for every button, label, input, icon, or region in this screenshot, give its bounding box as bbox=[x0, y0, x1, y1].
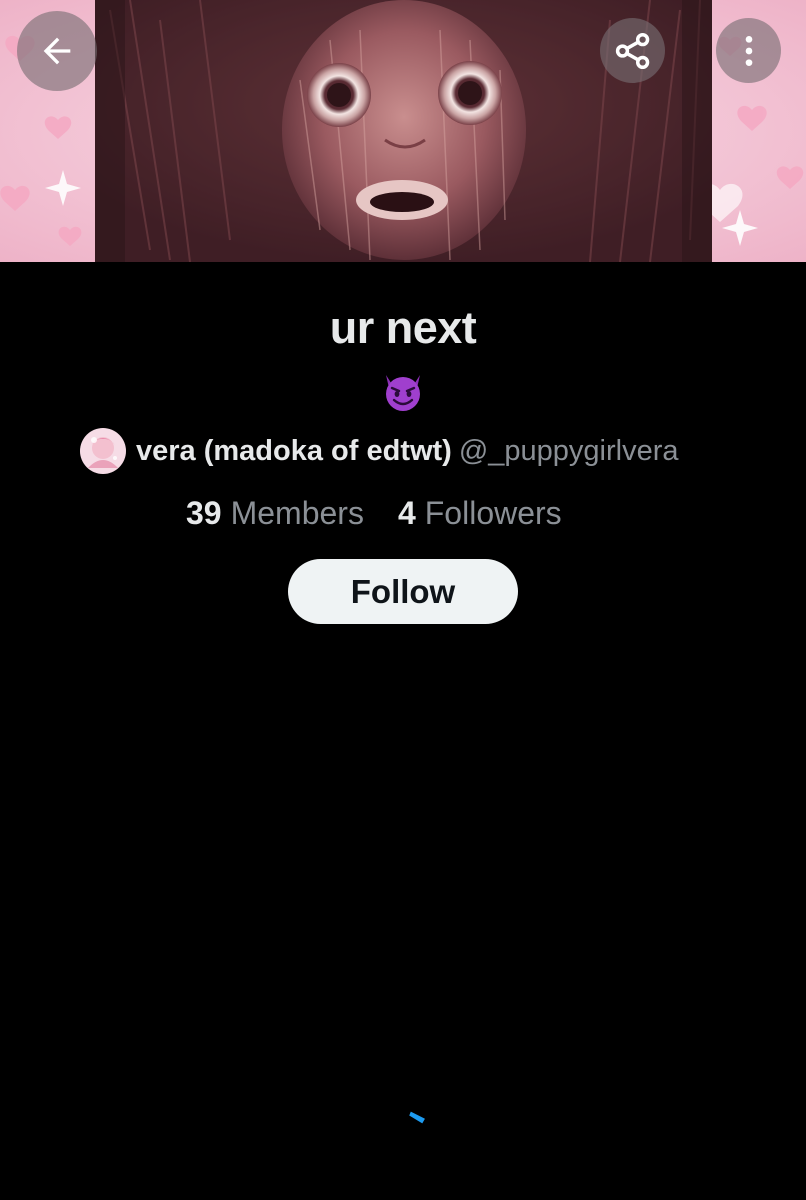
owner-handle[interactable]: @_puppygirlvera bbox=[459, 435, 679, 468]
members-count: 39 bbox=[186, 494, 222, 531]
loading-spinner-icon bbox=[406, 1104, 434, 1132]
share-icon bbox=[615, 32, 649, 69]
share-button[interactable] bbox=[600, 18, 665, 83]
more-vertical-icon bbox=[745, 35, 752, 66]
more-options-button[interactable] bbox=[716, 18, 781, 83]
devil-face-icon bbox=[381, 372, 425, 412]
banner-artwork bbox=[0, 0, 806, 262]
members-link[interactable]: 39 Members bbox=[186, 495, 364, 532]
list-owner[interactable]: vera (madoka of edtwt) @_puppygirlvera bbox=[80, 427, 679, 475]
follow-button[interactable]: Follow bbox=[288, 559, 518, 624]
owner-display-name[interactable]: vera (madoka of edtwt) bbox=[136, 435, 452, 468]
list-banner-image bbox=[0, 0, 806, 262]
back-arrow-icon bbox=[43, 37, 71, 65]
followers-count: 4 bbox=[397, 494, 416, 531]
list-title: ur next bbox=[329, 302, 477, 353]
list-stats: 39 Members 4 Followers bbox=[186, 490, 562, 536]
list-page: ur next vera (madoka of edtwt) @_puppygi… bbox=[0, 0, 806, 1200]
followers-label: Followers bbox=[424, 494, 562, 531]
members-label: Members bbox=[230, 494, 364, 531]
owner-avatar[interactable] bbox=[80, 428, 126, 474]
back-button[interactable] bbox=[17, 11, 97, 91]
followers-link[interactable]: 4 Followers bbox=[398, 495, 562, 532]
